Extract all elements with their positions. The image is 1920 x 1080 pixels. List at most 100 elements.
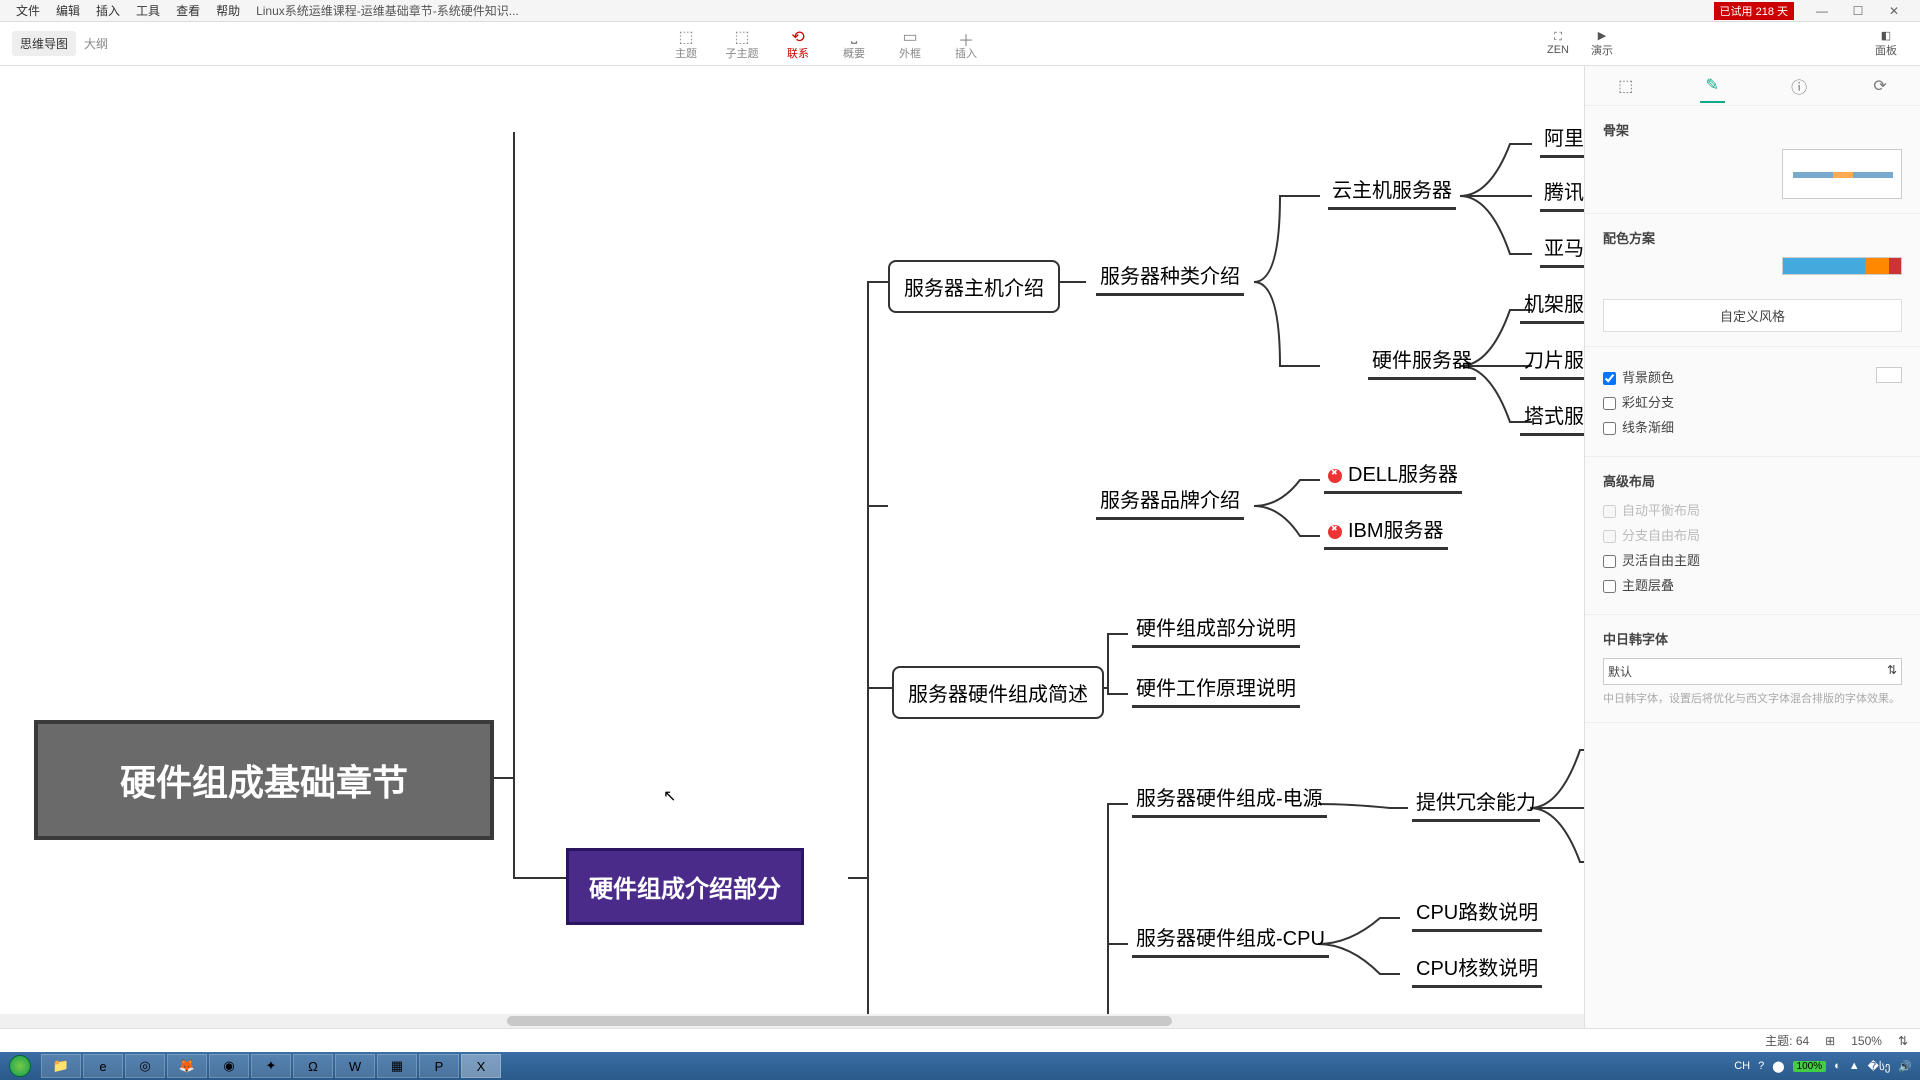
tb-explorer[interactable]: 📁	[41, 1054, 81, 1078]
format-panel: ⬚ ✎ ⓘ ⟳ 骨架 配色方案 自定义风格 背景颜色 彩虹分支 线条渐细 高级布…	[1584, 66, 1920, 1040]
node-root[interactable]: 硬件组成基础章节	[34, 720, 494, 840]
trial-badge: 已试用 218 天	[1714, 2, 1794, 20]
tb-app4[interactable]: ▦	[377, 1054, 417, 1078]
btn-panel[interactable]: ◧面板	[1864, 29, 1908, 58]
maximize-button[interactable]: ☐	[1840, 2, 1876, 20]
node-tencent[interactable]: 腾讯云	[1540, 176, 1584, 212]
node-brand[interactable]: 服务器品牌介绍	[1096, 484, 1244, 520]
chk-bgcolor[interactable]: 背景颜色	[1603, 367, 1902, 386]
select-cjk-font[interactable]: 默认⇅	[1603, 658, 1902, 685]
tb-app3[interactable]: Ω	[293, 1054, 333, 1078]
node-principle[interactable]: 硬件工作原理说明	[1132, 672, 1300, 708]
close-button[interactable]: ✕	[1876, 2, 1912, 20]
panel-tab-4[interactable]: ⟳	[1873, 76, 1886, 96]
canvas[interactable]: 硬件组成基础章节 硬件组成介绍部分 服务器主机介绍 服务器种类介绍 服务器品牌介…	[0, 66, 1584, 1040]
panel-tab-style[interactable]: ✎	[1700, 69, 1725, 103]
menu-help[interactable]: 帮助	[208, 2, 248, 19]
fit-icon[interactable]: ⊞	[1825, 1034, 1835, 1048]
chk-freetopic[interactable]: 灵活自由主题	[1603, 550, 1902, 569]
node-host[interactable]: 服务器主机介绍	[888, 260, 1060, 313]
node-intro[interactable]: 硬件组成介绍部分	[566, 848, 804, 925]
toolbar: 思维导图 大纲 ⬚主题 ⬚子主题 ⟲联系 ⎵概要 ▭外框 ＋插入 ⛶ZEN ▶演…	[0, 22, 1920, 66]
tray-icon[interactable]: ▲	[1849, 1060, 1860, 1072]
minimize-button[interactable]: —	[1804, 2, 1840, 20]
btn-custom-style[interactable]: 自定义风格	[1603, 299, 1902, 332]
btn-relation[interactable]: ⟲联系	[770, 27, 826, 61]
tab-mindmap[interactable]: 思维导图	[12, 31, 76, 56]
ime-indicator[interactable]: CH	[1734, 1060, 1750, 1072]
tb-firefox[interactable]: 🦊	[167, 1054, 207, 1078]
btn-zen[interactable]: ⛶ZEN	[1536, 31, 1580, 56]
node-cpu2[interactable]: CPU核数说明	[1412, 952, 1542, 988]
lbl-skeleton: 骨架	[1603, 120, 1902, 139]
bgcolor-swatch[interactable]	[1876, 367, 1902, 383]
btn-summary[interactable]: ⎵概要	[826, 27, 882, 61]
tb-xmind[interactable]: X	[461, 1054, 501, 1078]
h-scrollbar[interactable]	[0, 1014, 1584, 1028]
chk-freebranch: 分支自由布局	[1603, 525, 1902, 544]
tb-ie[interactable]: e	[83, 1054, 123, 1078]
battery-indicator[interactable]: 100%	[1793, 1061, 1827, 1072]
node-dell[interactable]: DELL服务器	[1324, 458, 1462, 494]
menu-view[interactable]: 查看	[168, 2, 208, 19]
status-bar: 主题: 64 ⊞ 150% ⇅	[0, 1028, 1920, 1052]
tray-icon[interactable]: �სე	[1868, 1060, 1891, 1073]
doc-title: Linux系统运维课程-运维基础章节-系统硬件知识...	[256, 2, 519, 19]
start-button[interactable]	[0, 1052, 40, 1080]
menu-tools[interactable]: 工具	[128, 2, 168, 19]
tray-icon[interactable]: ◐	[1834, 1060, 1841, 1072]
menu-edit[interactable]: 编辑	[48, 2, 88, 19]
node-hw[interactable]: 硬件服务器	[1368, 344, 1476, 380]
lbl-cjk: 中日韩字体	[1603, 629, 1902, 648]
lbl-colorscheme: 配色方案	[1603, 228, 1902, 247]
chk-autobal: 自动平衡布局	[1603, 500, 1902, 519]
tb-word[interactable]: W	[335, 1054, 375, 1078]
panel-tab-1[interactable]: ⬚	[1618, 76, 1633, 96]
btn-insert[interactable]: ＋插入	[938, 27, 994, 61]
tb-app2[interactable]: ✦	[251, 1054, 291, 1078]
node-amazon[interactable]: 亚马逊云	[1540, 232, 1584, 268]
node-tower[interactable]: 塔式服务器	[1520, 400, 1584, 436]
lbl-advlayout: 高级布局	[1603, 471, 1902, 490]
chk-rainbow[interactable]: 彩虹分支	[1603, 392, 1902, 411]
node-part[interactable]: 硬件组成部分说明	[1132, 612, 1300, 648]
node-brief[interactable]: 服务器硬件组成简述	[892, 666, 1104, 719]
tray-icon[interactable]: 🔊	[1898, 1060, 1912, 1073]
btn-boundary[interactable]: ▭外框	[882, 27, 938, 61]
btn-present[interactable]: ▶演示	[1580, 29, 1624, 58]
menu-file[interactable]: 文件	[8, 2, 48, 19]
cancel-icon	[1328, 525, 1342, 539]
node-cpu1[interactable]: CPU路数说明	[1412, 896, 1542, 932]
menu-insert[interactable]: 插入	[88, 2, 128, 19]
node-ali[interactable]: 阿里云	[1540, 122, 1584, 158]
cjk-hint: 中日韩字体，设置后将优化与西文字体混合排版的字体效果。	[1603, 691, 1902, 708]
btn-topic[interactable]: ⬚主题	[658, 27, 714, 61]
chk-overlap[interactable]: 主题层叠	[1603, 575, 1902, 594]
node-kinds[interactable]: 服务器种类介绍	[1096, 260, 1244, 296]
node-cpu[interactable]: 服务器硬件组成-CPU	[1132, 922, 1329, 958]
taskbar[interactable]: 📁 e ◎ 🦊 ◉ ✦ Ω W ▦ P X CH ? ⬤ 100% ◐ ▲ �ს…	[0, 1052, 1920, 1080]
tray-icon[interactable]: ⬤	[1772, 1060, 1784, 1073]
tb-chrome[interactable]: ◉	[209, 1054, 249, 1078]
colorscheme-preview[interactable]	[1782, 257, 1902, 275]
tab-outline[interactable]: 大纲	[76, 31, 116, 56]
node-rack[interactable]: 机架服务器	[1520, 288, 1584, 324]
node-cloud[interactable]: 云主机服务器	[1328, 174, 1456, 210]
zoom-stepper[interactable]: ⇅	[1898, 1034, 1908, 1048]
topic-count: 64	[1796, 1034, 1809, 1048]
node-blade[interactable]: 刀片服务器	[1520, 344, 1584, 380]
node-power[interactable]: 服务器硬件组成-电源	[1132, 782, 1327, 818]
node-redund[interactable]: 提供冗余能力	[1412, 786, 1540, 822]
tray-icon[interactable]: ?	[1758, 1060, 1764, 1072]
chk-gradient[interactable]: 线条渐细	[1603, 417, 1902, 436]
btn-subtopic[interactable]: ⬚子主题	[714, 27, 770, 61]
tb-ppt[interactable]: P	[419, 1054, 459, 1078]
system-tray[interactable]: CH ? ⬤ 100% ◐ ▲ �სე 🔊	[1726, 1060, 1920, 1073]
node-ibm[interactable]: IBM服务器	[1324, 514, 1448, 550]
menubar: 文件 编辑 插入 工具 查看 帮助 Linux系统运维课程-运维基础章节-系统硬…	[0, 0, 1920, 22]
skeleton-preview[interactable]	[1782, 149, 1902, 199]
cancel-icon	[1328, 469, 1342, 483]
panel-tab-3[interactable]: ⓘ	[1791, 74, 1807, 98]
zoom-level[interactable]: 150%	[1851, 1034, 1882, 1048]
tb-app1[interactable]: ◎	[125, 1054, 165, 1078]
